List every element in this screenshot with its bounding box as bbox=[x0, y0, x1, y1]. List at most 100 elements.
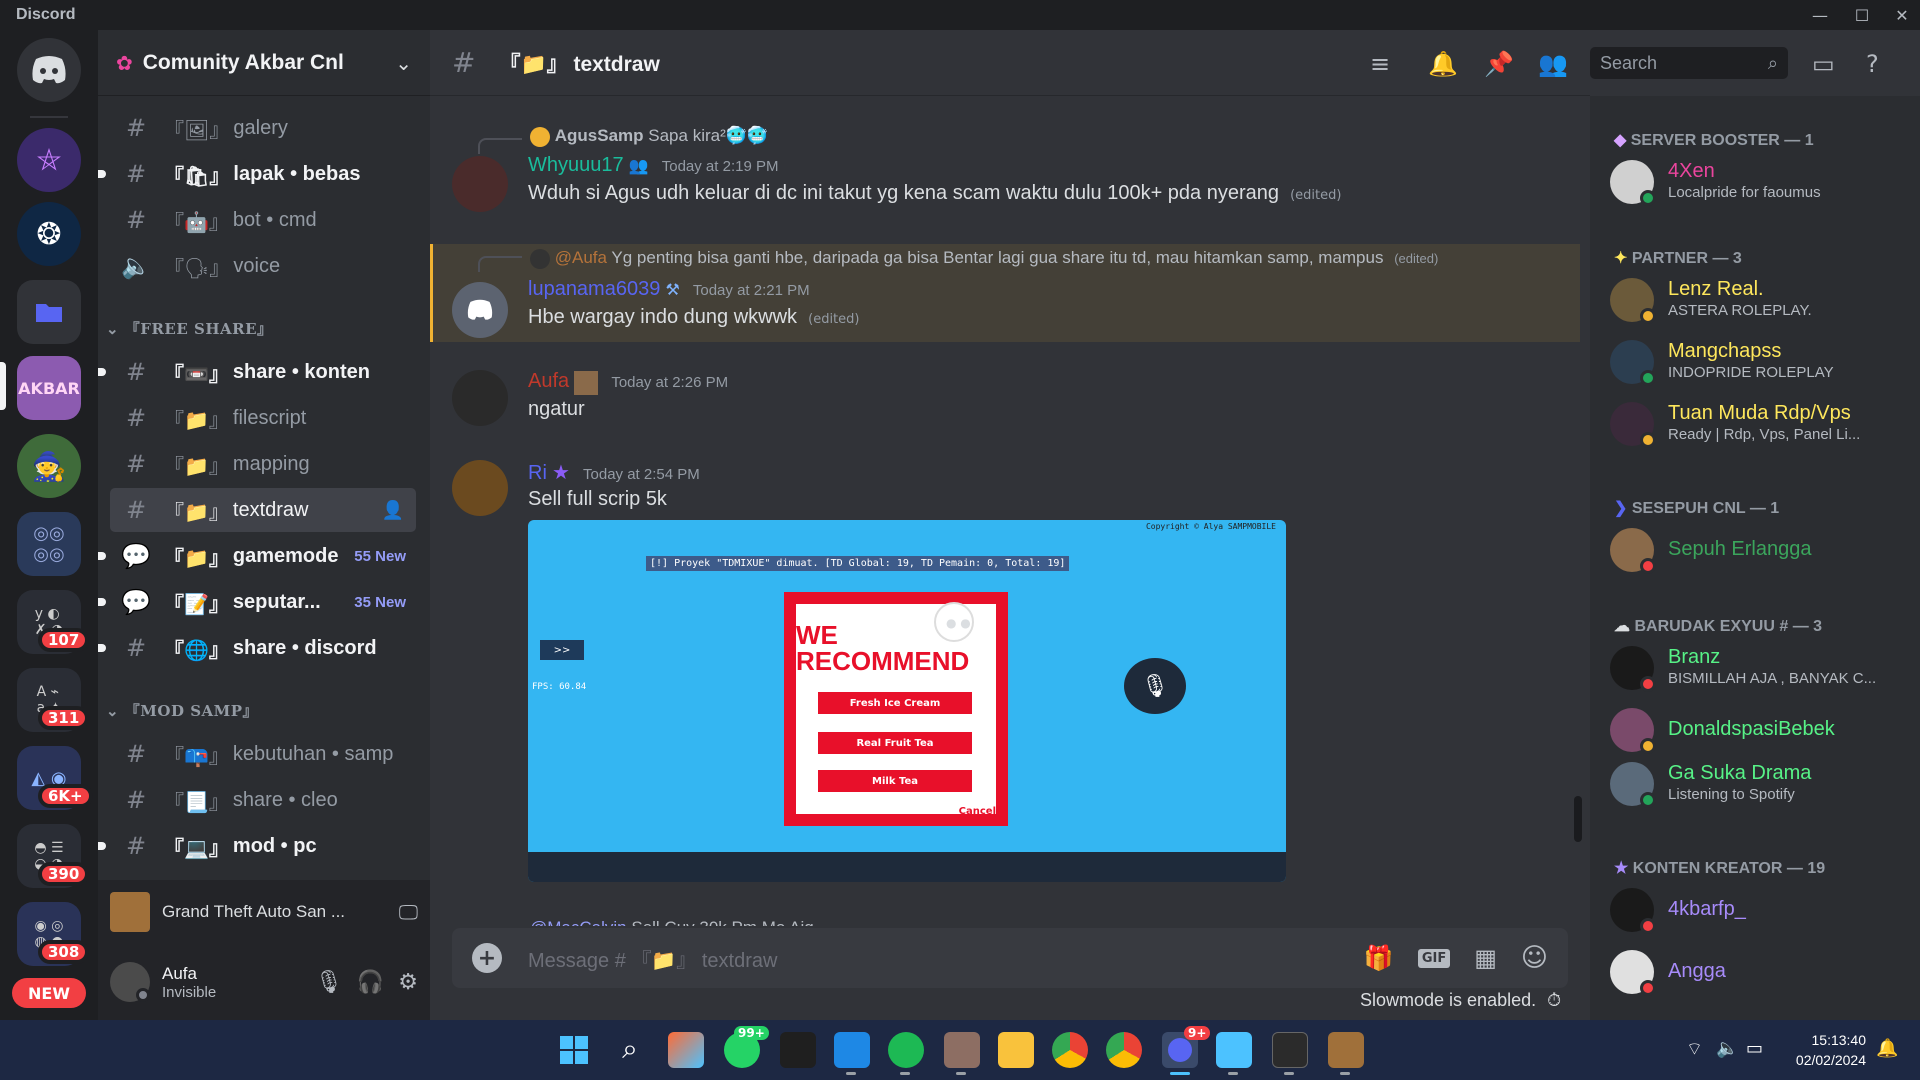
bell-icon[interactable]: 🔔 bbox=[1428, 50, 1458, 78]
reply-user[interactable]: AgusSamp bbox=[555, 126, 644, 145]
wifi-icon[interactable]: ⌔ bbox=[1686, 1038, 1703, 1061]
gear-icon[interactable]: ⚙ bbox=[398, 970, 418, 995]
game-icon[interactable] bbox=[1328, 1032, 1364, 1068]
avatar[interactable] bbox=[452, 460, 508, 516]
channel-share-cleo[interactable]: # 『📃』 share • cleo bbox=[110, 778, 416, 822]
close-icon[interactable]: ✕ bbox=[1882, 0, 1920, 30]
stream-icon[interactable]: 🖵 bbox=[399, 900, 418, 924]
search-icon[interactable]: ⌕ bbox=[612, 1032, 648, 1068]
whatsapp-badge: 99+ bbox=[734, 1026, 769, 1040]
gift-icon[interactable]: 🎁 bbox=[1364, 944, 1394, 972]
battery-icon[interactable]: ▭ bbox=[1746, 1038, 1763, 1059]
hash-icon: # bbox=[125, 740, 147, 768]
avatar[interactable] bbox=[452, 156, 508, 212]
start-icon[interactable] bbox=[556, 1032, 592, 1068]
channel-lapak-bebas[interactable]: # 『🛍』 lapak • bebas bbox=[98, 152, 416, 196]
search-input[interactable]: Search ⌕ bbox=[1590, 47, 1788, 79]
channel-filescript[interactable]: # 『📁』 filescript bbox=[110, 396, 416, 440]
status-online-icon bbox=[1640, 792, 1656, 808]
hash-icon: # bbox=[125, 450, 147, 478]
terminal-icon[interactable] bbox=[1272, 1032, 1308, 1068]
volume-icon[interactable]: 🔈 bbox=[1716, 1038, 1738, 1059]
app-icon[interactable] bbox=[780, 1032, 816, 1068]
category-mod-samp[interactable]: ⌄ 『MOD SAMP』 bbox=[106, 700, 258, 721]
channel-share-discord[interactable]: # 『🌐』 share • discord bbox=[98, 626, 416, 670]
message-input[interactable]: Message # 『📁』 textdraw bbox=[528, 944, 1364, 973]
member-item[interactable]: Ga Suka Drama Listening to Spotify bbox=[1610, 760, 1910, 812]
server-folder-2[interactable]: ◎◎ ◎◎ bbox=[17, 512, 81, 576]
help-icon[interactable]: ? bbox=[1866, 50, 1879, 78]
avatar[interactable] bbox=[452, 282, 508, 338]
clock[interactable]: 15:13:40 02/02/2024 bbox=[1796, 1030, 1866, 1070]
inbox-icon[interactable]: ▭ bbox=[1812, 50, 1835, 78]
widgets-icon[interactable] bbox=[668, 1032, 704, 1068]
channel-gamemode[interactable]: 💬 『📁』 gamemode 55 New bbox=[98, 534, 416, 578]
channel-seputar[interactable]: 💬 『📝』 seputar... 35 New bbox=[98, 580, 416, 624]
spotify-icon[interactable] bbox=[888, 1032, 924, 1068]
server-openai[interactable]: ❂ bbox=[17, 202, 81, 266]
minimize-icon[interactable]: — bbox=[1800, 0, 1840, 30]
member-item[interactable]: Mangchapss INDOPRIDE ROLEPLAY bbox=[1610, 338, 1910, 390]
channel-name: textdraw bbox=[232, 498, 309, 521]
avatar[interactable] bbox=[110, 962, 150, 1002]
category-free-share[interactable]: ⌄ 『FREE SHARE』 bbox=[106, 318, 273, 339]
channel-kebutuhan-samp[interactable]: # 『📪』 kebutuhan • samp bbox=[110, 732, 416, 776]
member-item[interactable]: Branz BISMILLAH AJA , BANYAK C... bbox=[1610, 644, 1910, 696]
channel-name: share • konten bbox=[232, 360, 370, 383]
guild-name: Comunity Akbar Cnl bbox=[142, 50, 344, 74]
scrollbar[interactable] bbox=[1574, 796, 1582, 842]
microphone-icon[interactable]: 🎙 bbox=[315, 970, 343, 995]
server-comunity-akbar[interactable]: AKBAR bbox=[17, 356, 81, 420]
server-folder[interactable] bbox=[17, 280, 81, 344]
channel-mod-pc[interactable]: # 『💻』 mod • pc bbox=[98, 824, 416, 868]
activity-panel[interactable]: Grand Theft Auto San ... 🖵 bbox=[98, 880, 430, 944]
member-item[interactable]: Tuan Muda Rdp/Vps Ready | Rdp, Vps, Panel… bbox=[1610, 400, 1910, 452]
reply-mention[interactable]: @Aufa bbox=[555, 248, 607, 267]
member-item[interactable]: Sepuh Erlangga bbox=[1610, 526, 1910, 578]
server-althea[interactable]: ⛤ bbox=[17, 128, 81, 192]
server-green[interactable]: 🧙 bbox=[17, 434, 81, 498]
message-author[interactable]: Aufa bbox=[528, 370, 569, 392]
member-item[interactable]: 4Xen Localpride for faoumus bbox=[1610, 158, 1910, 210]
message-author[interactable]: Whyuuu17 bbox=[528, 154, 624, 176]
channel-galery[interactable]: # 『🖼』 galery bbox=[110, 106, 416, 150]
home-button[interactable] bbox=[17, 38, 81, 102]
headphones-icon[interactable]: 🎧 bbox=[357, 970, 384, 995]
emoji-icon[interactable]: ☺ bbox=[1521, 943, 1548, 973]
maximize-icon[interactable]: ☐ bbox=[1842, 0, 1882, 30]
threads-icon[interactable]: ≡ bbox=[1370, 50, 1390, 78]
chrome-icon[interactable] bbox=[1052, 1032, 1088, 1068]
channel-label: 『💻』 bbox=[164, 837, 229, 860]
member-item[interactable]: 4kbarfp_ bbox=[1610, 886, 1910, 938]
message-author[interactable]: Ri bbox=[528, 462, 547, 484]
notification-bell-icon[interactable]: 🔔 bbox=[1876, 1038, 1898, 1059]
member-item[interactable]: DonaldspasiBebek bbox=[1610, 706, 1910, 758]
chrome-profile-icon[interactable] bbox=[1106, 1032, 1142, 1068]
member-item[interactable]: Lenz Real. ASTERA ROLEPLAY. bbox=[1610, 276, 1910, 328]
sticker-icon[interactable]: ▦ bbox=[1474, 944, 1497, 972]
member-list-icon[interactable]: 👥 bbox=[1538, 50, 1568, 78]
add-member-icon[interactable]: 👤 bbox=[382, 500, 404, 521]
add-attachment-icon[interactable]: + bbox=[472, 943, 502, 973]
attachment-image[interactable]: [!] Proyek "TDMIXUE" dimuat. [TD Global:… bbox=[528, 520, 1286, 882]
channel-label: 『📁』 bbox=[164, 455, 229, 478]
file-explorer-icon[interactable] bbox=[998, 1032, 1034, 1068]
gif-icon[interactable]: GIF bbox=[1417, 948, 1451, 968]
channel-name: lapak • bebas bbox=[233, 162, 361, 185]
channel-textdraw[interactable]: # 『📁』 textdraw 👤 bbox=[110, 488, 416, 532]
member-item[interactable]: Angga bbox=[1610, 948, 1910, 1000]
guild-header[interactable]: ✿ Comunity Akbar Cnl ⌄ bbox=[98, 30, 430, 96]
vscode-icon[interactable] bbox=[834, 1032, 870, 1068]
pin-icon[interactable]: 📌 bbox=[1484, 50, 1514, 78]
notepad-icon[interactable] bbox=[1216, 1032, 1252, 1068]
reply-avatar bbox=[530, 126, 550, 147]
reply-mention[interactable]: @MacCalvin bbox=[530, 918, 627, 926]
channel-share-konten[interactable]: # 『📼』 share • konten bbox=[98, 350, 416, 394]
gta-icon[interactable] bbox=[944, 1032, 980, 1068]
channel-mapping[interactable]: # 『📁』 mapping bbox=[110, 442, 416, 486]
message-author[interactable]: lupanama6039 bbox=[528, 278, 660, 300]
channel-bot-cmd[interactable]: # 『🤖』 bot • cmd bbox=[110, 198, 416, 242]
new-unreads-pill[interactable]: NEW bbox=[12, 978, 86, 1008]
channel-voice[interactable]: 🔈 『🗣』 voice bbox=[110, 244, 416, 288]
avatar[interactable] bbox=[452, 370, 508, 426]
